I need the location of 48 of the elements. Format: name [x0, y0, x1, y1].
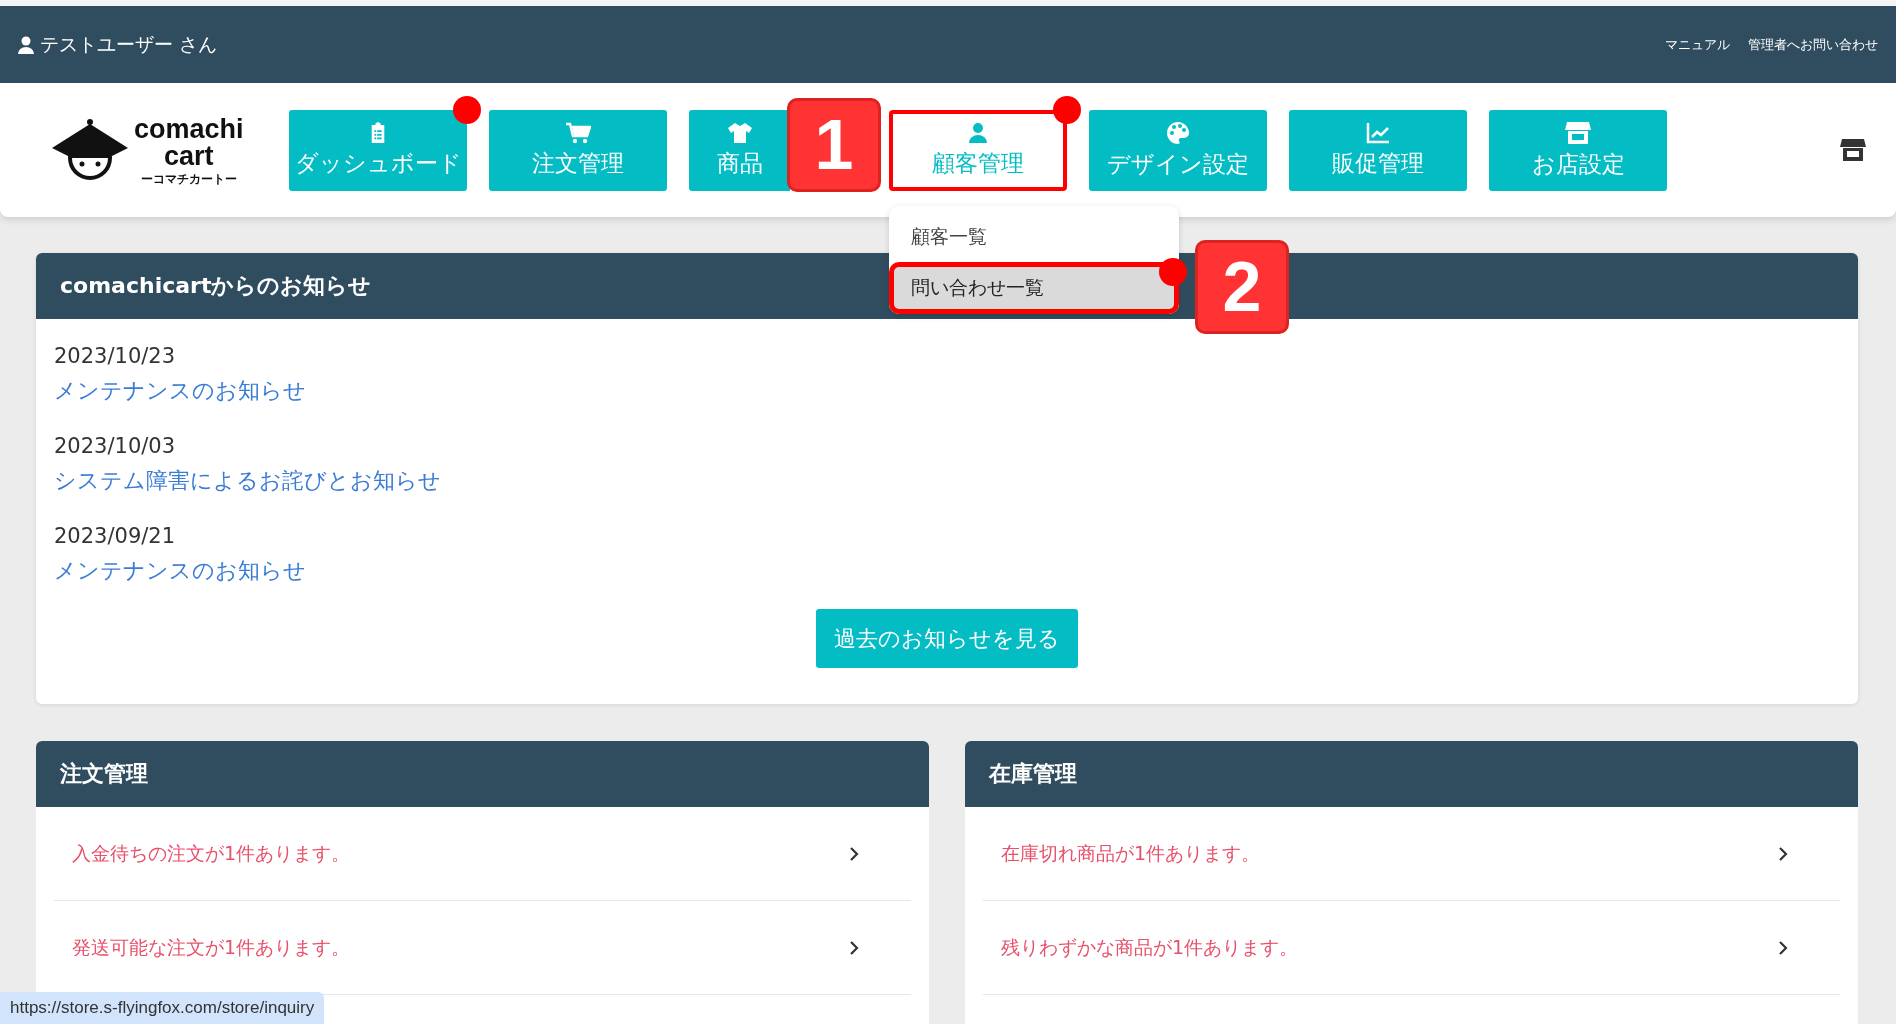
step-badge: 1: [787, 97, 881, 192]
notice-date: 2023/10/03: [54, 433, 177, 460]
card-header: 在庫管理: [965, 741, 1858, 807]
nav-button[interactable]: ダッシュボード: [289, 109, 467, 191]
chevron-icon: [849, 939, 859, 956]
chevron-icon: [1778, 939, 1788, 956]
logo-tagline: ーコマチカートー: [140, 172, 237, 185]
header-link[interactable]: マニュアル: [1665, 35, 1730, 54]
notice-link[interactable]: システム障害によるお詫びとお知らせ: [54, 463, 1840, 499]
nav-button[interactable]: 注文管理: [489, 109, 667, 191]
user-icon: [18, 35, 34, 54]
past-notices-button[interactable]: 過去のお知らせを見る: [816, 609, 1078, 668]
notice-link[interactable]: メンテナンスのお知らせ: [54, 373, 1840, 409]
alert-row[interactable]: 在庫切れ商品が1件あります。: [983, 807, 1840, 901]
chevron-icon: [1778, 845, 1788, 862]
nav-button[interactable]: お店設定: [1489, 109, 1667, 191]
notice-date: 2023/10/23: [54, 343, 177, 370]
nav-button[interactable]: 商品: [689, 109, 790, 191]
alert-text: 入金待ちの注文が1件あります。: [72, 840, 351, 866]
status-url: https://store.s-flyingfox.com/store/inquiry: [0, 992, 325, 1024]
mascot-icon: [50, 118, 130, 182]
alert-text: 在庫切れ商品が1件あります。: [1001, 840, 1261, 866]
alert-row[interactable]: 入金待ちの注文が1件あります。: [54, 807, 911, 901]
menu-item[interactable]: 問い合わせ一覧: [889, 261, 1179, 314]
chart-icon: [1366, 121, 1390, 144]
alert-row[interactable]: 残りわずかな商品が1件あります。: [983, 901, 1840, 995]
store-icon[interactable]: [1840, 138, 1866, 162]
shirt-icon: [726, 121, 753, 144]
user-icon: [968, 121, 988, 144]
logo-text: cart: [164, 142, 214, 170]
step-badge: 2: [1195, 239, 1289, 334]
nav-button[interactable]: 顧客管理: [889, 109, 1067, 191]
nav-button[interactable]: 販促管理: [1289, 109, 1467, 191]
header-link[interactable]: 管理者へお問い合わせ: [1748, 35, 1878, 54]
logo[interactable]: comachi cart ーコマチカートー: [50, 115, 289, 185]
palette-icon: [1166, 120, 1190, 145]
notice-date: 2023/09/21: [54, 523, 177, 550]
user-name: テストユーザー さん: [40, 31, 218, 57]
alert-text: 発送可能な注文が1件あります。: [72, 934, 351, 960]
clipboard-icon: [369, 121, 387, 144]
nav-button[interactable]: デザイン設定: [1089, 109, 1267, 191]
card-header: 注文管理: [36, 741, 929, 807]
store-icon: [1565, 120, 1591, 145]
logo-text: comachi: [134, 115, 244, 143]
cart-icon: [565, 121, 591, 144]
alert-text: 残りわずかな商品が1件あります。: [1001, 934, 1299, 960]
chevron-icon: [849, 845, 859, 862]
notice-link[interactable]: メンテナンスのお知らせ: [54, 553, 1840, 589]
